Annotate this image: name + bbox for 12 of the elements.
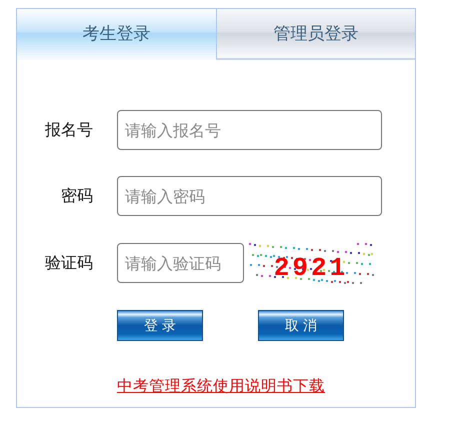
password-field[interactable]: 请输入密码 [117,176,382,216]
field-label: 密码 [60,186,93,206]
manual-download-link[interactable]: 中考管理系统使用说明书下载 [117,376,325,397]
field-label: 报名号 [44,120,93,140]
field-label: 验证码 [44,252,93,274]
captcha-field[interactable]: 请输入验证码 [117,243,244,283]
login-button[interactable]: 登 录 [117,310,203,341]
cancel-button[interactable]: 取 消 [258,310,344,341]
input-field[interactable]: 请输入报名号 [117,110,382,150]
login-tab[interactable]: 管理员登录 [216,9,415,60]
login-tab[interactable]: 考生登录 [17,9,216,60]
captcha-image[interactable]: 2921 [248,242,374,284]
